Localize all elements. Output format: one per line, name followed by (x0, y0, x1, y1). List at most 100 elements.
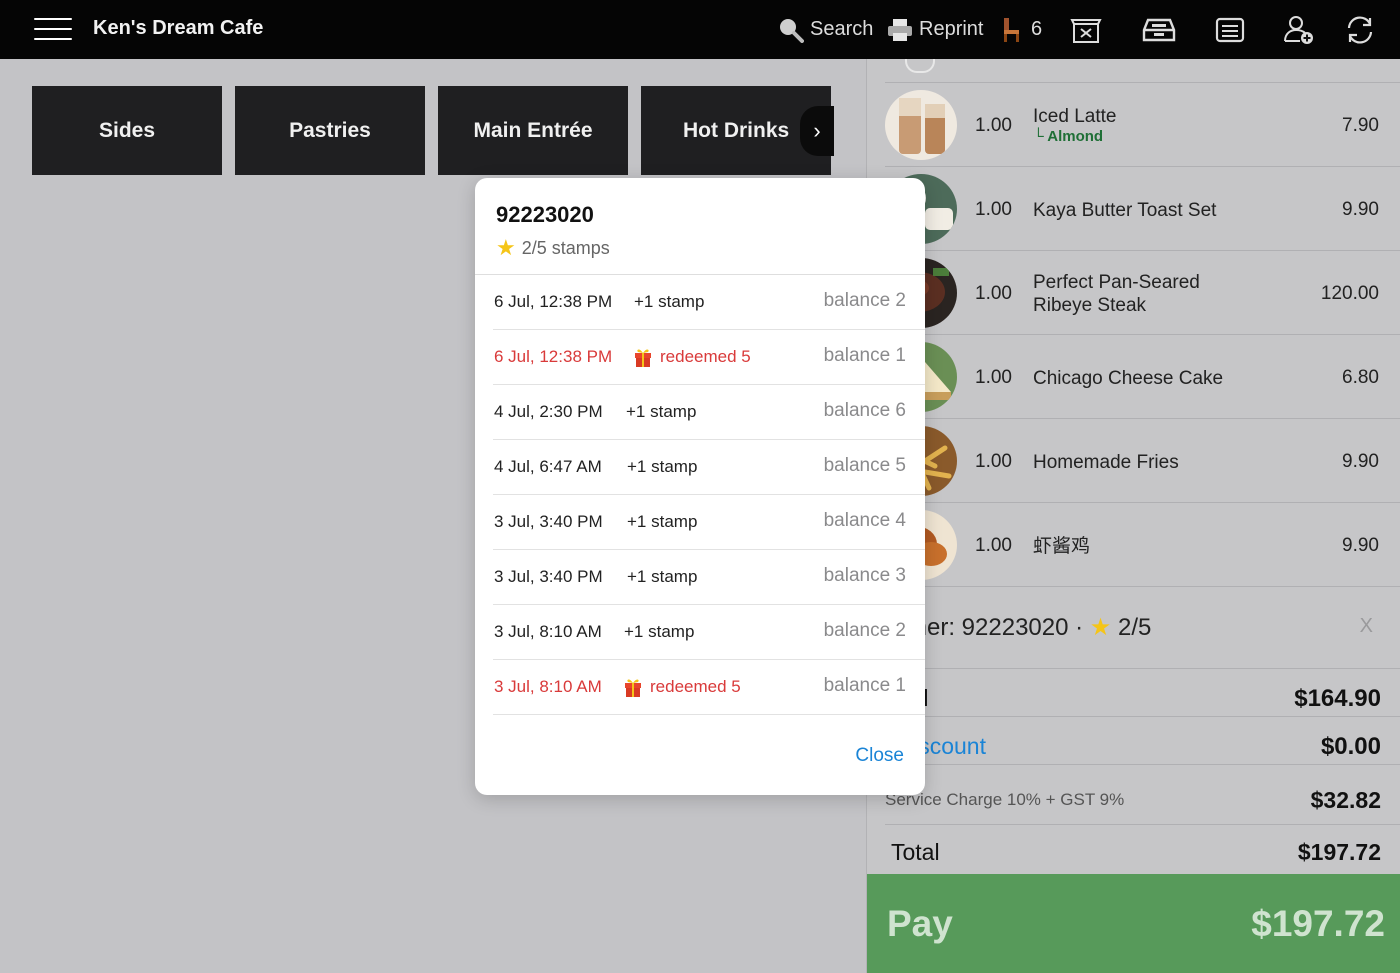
item-price: 6.80 (1342, 367, 1379, 388)
category-next-button[interactable]: › (800, 106, 834, 156)
chevron-right-icon: › (813, 118, 821, 143)
reprint-label: Reprint (919, 18, 984, 40)
order-item-row[interactable]: 1.00 Iced Latte └ Almond 7.90 (885, 83, 1400, 167)
search-label: Search (810, 18, 874, 40)
discount-value: $0.00 (1320, 733, 1381, 760)
pay-button[interactable]: Pay $197.72 (867, 874, 1400, 973)
history-row: 4 Jul, 6:47 AM +1 stamp balance 5 (493, 440, 925, 495)
search-icon (780, 18, 804, 43)
stamp-history-dialog: 92223020 ★ 2/5 stamps 6 Jul, 12:38 PM +1… (475, 178, 925, 795)
history-row: 3 Jul, 3:40 PM +1 stamp balance 3 (493, 550, 925, 605)
seat-count: 6 (1031, 18, 1043, 40)
discount-row[interactable]: l Discount $0.00 (885, 717, 1400, 765)
order-item-row[interactable]: 1.00 Perfect Pan-Seared Ribeye Steak 120… (885, 251, 1400, 335)
history-date: 3 Jul, 3:40 PM (494, 512, 603, 531)
history-change-text: redeemed 5 (660, 347, 751, 366)
history-date: 3 Jul, 8:10 AM (494, 677, 602, 696)
customer-phone: 92223020 (496, 202, 594, 227)
item-price: 7.90 (1342, 115, 1379, 136)
history-change: +1 stamp (626, 402, 697, 421)
history-date: 3 Jul, 3:40 PM (494, 567, 603, 586)
order-item-row[interactable]: 1.00 Kaya Butter Toast Set 9.90 (885, 167, 1400, 251)
history-balance: balance 4 (823, 510, 906, 531)
sync-button[interactable] (1344, 0, 1376, 59)
close-button[interactable]: Close (855, 745, 904, 767)
history-change: +1 stamp (627, 567, 698, 586)
service-charge-value: $32.82 (1310, 787, 1381, 813)
order-item-row[interactable]: 1.00 Homemade Fries 9.90 (885, 419, 1400, 503)
history-date: 3 Jul, 8:10 AM (494, 622, 602, 641)
item-qty: 1.00 (975, 283, 1012, 304)
history-balance: balance 2 (823, 290, 906, 311)
printer-icon (888, 18, 912, 41)
customer-row[interactable]: tomer: 92223020 · ★ 2/5 X (867, 585, 1400, 669)
order-panel: 1.00 Iced Latte └ Almond 7.90 1.00 Kaya … (866, 59, 1400, 973)
item-name: 虾酱鸡 (1033, 536, 1091, 557)
history-balance: balance 1 (823, 675, 906, 696)
history-change: +1 stamp (634, 292, 705, 311)
add-user-icon (1284, 15, 1313, 44)
partial-item-row (885, 59, 1400, 83)
item-qty: 1.00 (975, 451, 1012, 472)
chair-icon (1004, 17, 1019, 42)
item-name: Kaya Butter Toast Set (1033, 200, 1217, 221)
history-row: 6 Jul, 12:38 PM +1 stamp balance 2 (493, 275, 925, 330)
table-seats-button[interactable]: 6 (1002, 0, 1042, 59)
add-customer-button[interactable] (1283, 0, 1315, 59)
cafe-name: Ken's Dream Cafe (93, 17, 264, 39)
history-row: 3 Jul, 8:10 AM redeemed 5 balance 1 (493, 660, 925, 715)
order-item-row[interactable]: 1.00 Chicago Cheese Cake 6.80 (885, 335, 1400, 419)
category-main-entree[interactable]: Main Entrée (438, 86, 628, 175)
item-modifier: └ Almond (1033, 128, 1104, 145)
top-bar: Ken's Dream Cafe Search Reprint 6 (0, 0, 1400, 59)
item-price: 120.00 (1320, 283, 1379, 304)
total-row: Total $197.72 (885, 825, 1400, 874)
item-qty: 1.00 (975, 535, 1012, 556)
history-date: 6 Jul, 12:38 PM (494, 292, 613, 311)
history-balance: balance 3 (823, 565, 906, 586)
gift-icon (634, 347, 652, 367)
receipts-button[interactable] (1215, 0, 1245, 59)
history-change: +1 stamp (624, 622, 695, 641)
category-pastries[interactable]: Pastries (235, 86, 425, 175)
item-name: Chicago Cheese Cake (1033, 368, 1224, 389)
history-row: 3 Jul, 3:40 PM +1 stamp balance 4 (493, 495, 925, 550)
subtotal-value: $164.90 (1294, 685, 1381, 712)
order-item-row[interactable]: 1.00 虾酱鸡 9.90 (885, 503, 1400, 587)
item-qty: 1.00 (975, 115, 1012, 136)
history-date: 6 Jul, 12:38 PM (494, 347, 613, 366)
receipt-icon (1215, 17, 1245, 42)
history-row: 4 Jul, 2:30 PM +1 stamp balance 6 (493, 385, 925, 440)
history-balance: balance 6 (823, 400, 906, 421)
history-change: +1 stamp (627, 512, 698, 531)
total-label: Total (891, 839, 940, 865)
service-charge-row: Service Charge 10% + GST 9% $32.82 (885, 765, 1400, 825)
category-sides[interactable]: Sides (32, 86, 222, 175)
remove-customer-button[interactable]: X (1360, 615, 1373, 638)
reprint-button[interactable]: Reprint (887, 0, 983, 59)
history-balance: balance 1 (823, 345, 906, 366)
stamp-summary: ★ 2/5 stamps (496, 235, 610, 261)
cash-drawer-button[interactable] (1070, 0, 1102, 59)
search-button[interactable]: Search (778, 0, 873, 59)
item-price: 9.90 (1342, 451, 1379, 472)
customer-info: tomer: 92223020 · ★ 2/5 (887, 613, 1151, 642)
item-name: Homemade Fries (1033, 452, 1179, 473)
history-change-text: redeemed 5 (650, 677, 741, 696)
item-qty: 1.00 (975, 367, 1012, 388)
register-button[interactable] (1142, 0, 1176, 59)
item-price: 9.90 (1342, 535, 1379, 556)
item-thumbnail (885, 90, 957, 160)
history-row: 6 Jul, 12:38 PM redeemed 5 balance 1 (493, 330, 925, 385)
item-name: Iced Latte (1033, 106, 1117, 127)
menu-icon[interactable] (34, 18, 72, 40)
gift-icon (624, 677, 642, 697)
history-balance: balance 5 (823, 455, 906, 476)
history-change: redeemed 5 (624, 677, 741, 697)
subtotal-row: total $164.90 (885, 669, 1400, 717)
service-charge-label: Service Charge 10% + GST 9% (885, 790, 1125, 809)
glass-thumbnail (905, 59, 935, 73)
history-row: 3 Jul, 8:10 AM +1 stamp balance 2 (493, 605, 925, 660)
sync-icon (1347, 15, 1373, 44)
item-name: Perfect Pan-Seared Ribeye Steak (1033, 272, 1200, 316)
